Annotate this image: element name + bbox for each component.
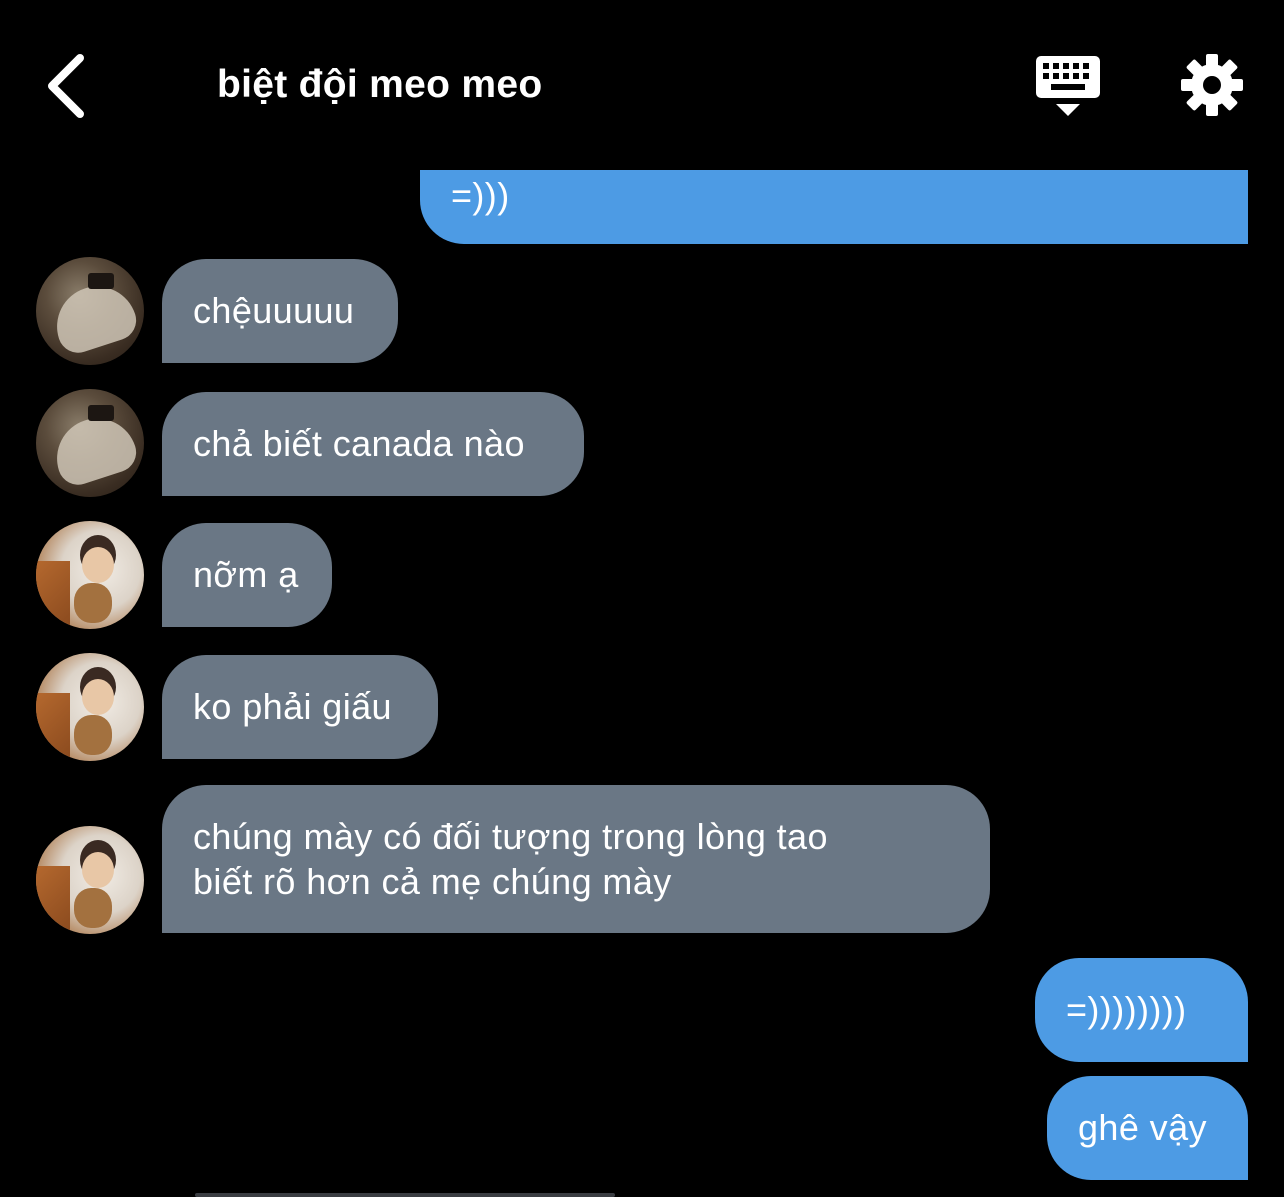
avatar[interactable] <box>36 257 144 365</box>
message-bubble-incoming[interactable]: chúng mày có đối tượng trong lòng tao bi… <box>162 785 990 933</box>
message-text: chả biết canada nào <box>193 423 525 464</box>
message-bubble-incoming[interactable]: chả biết canada nào <box>162 392 584 496</box>
message-text-line: biết rõ hơn cả mẹ chúng mày <box>193 861 672 902</box>
message-text-line: chúng mày có đối tượng trong lòng tao <box>193 816 828 857</box>
message-text: ko phải giấu <box>193 686 392 727</box>
avatar[interactable] <box>36 653 144 761</box>
message-list[interactable]: =))) chệuuuuu chả biết canada nào nỡm ạ … <box>0 0 1284 1197</box>
message-bubble-incoming[interactable]: chệuuuuu <box>162 259 398 363</box>
avatar[interactable] <box>36 826 144 934</box>
chat-title: biệt đội meo meo <box>217 63 543 106</box>
message-text: =)))))))) <box>1066 989 1187 1030</box>
back-button[interactable] <box>36 46 100 122</box>
message-text: ghê vậy <box>1078 1107 1207 1148</box>
gear-icon <box>1181 54 1243 116</box>
message-text: =))) <box>451 175 510 216</box>
keyboard-toggle-button[interactable] <box>1034 54 1102 120</box>
keyboard-hide-icon <box>1036 56 1100 116</box>
message-bubble-outgoing[interactable]: ghê vậy <box>1047 1076 1248 1180</box>
message-bubble-outgoing[interactable]: =)))))))) <box>1035 958 1248 1062</box>
message-text: chệuuuuu <box>193 290 355 331</box>
message-text: nỡm ạ <box>193 554 299 595</box>
avatar[interactable] <box>36 521 144 629</box>
message-bubble-incoming[interactable]: ko phải giấu <box>162 655 438 759</box>
chevron-left-icon <box>48 54 84 118</box>
settings-button[interactable] <box>1180 53 1244 117</box>
avatar[interactable] <box>36 389 144 497</box>
chat-header: biệt đội meo meo <box>0 0 1284 170</box>
message-bubble-incoming[interactable]: nỡm ạ <box>162 523 332 627</box>
next-message-edge <box>195 1193 615 1197</box>
